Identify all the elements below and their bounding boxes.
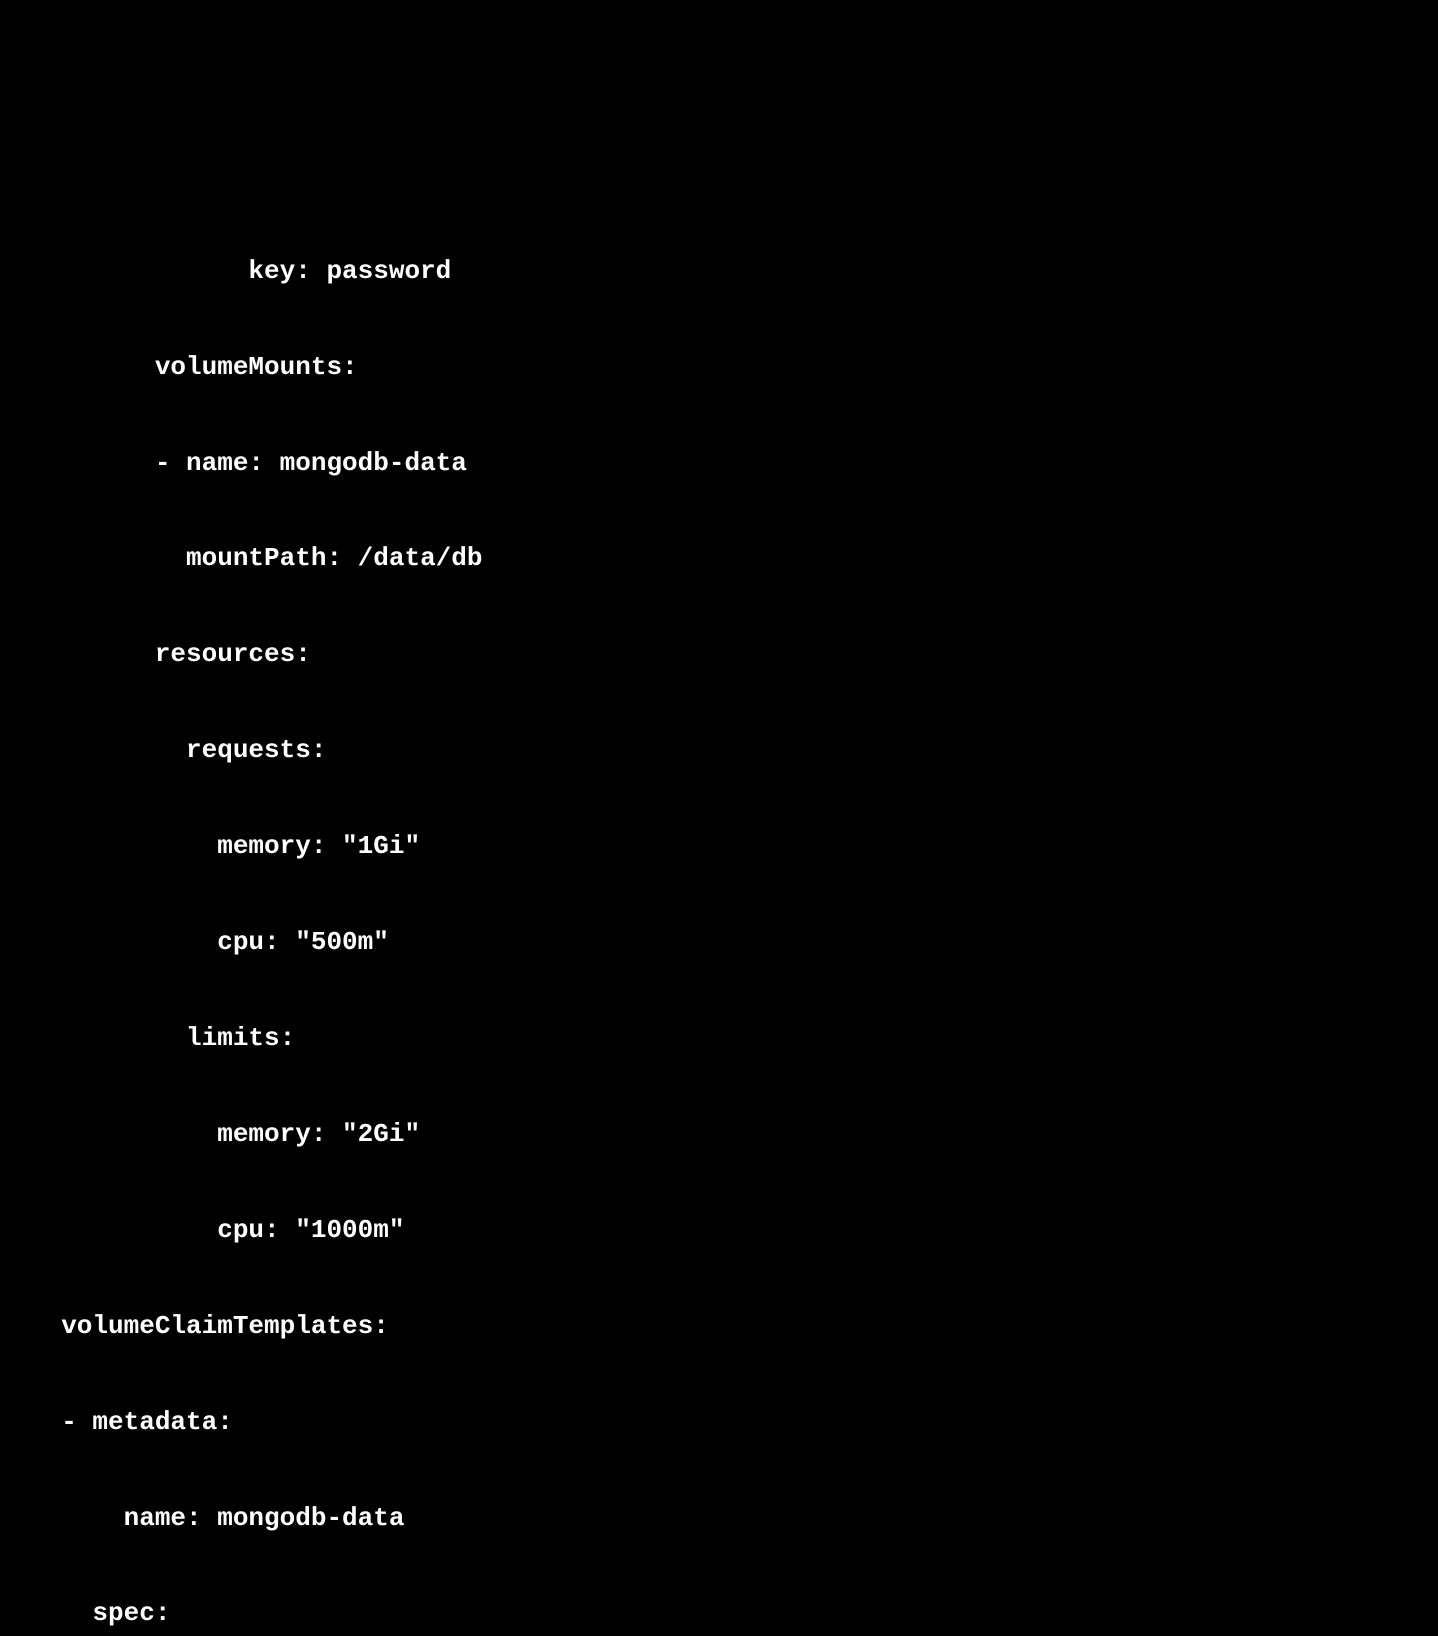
yaml-line: resources: <box>30 639 1408 671</box>
yaml-line: memory: "2Gi" <box>30 1119 1408 1151</box>
yaml-line: spec: <box>30 1598 1408 1630</box>
yaml-line: cpu: "500m" <box>30 927 1408 959</box>
yaml-line: memory: "1Gi" <box>30 831 1408 863</box>
yaml-line: volumeMounts: <box>30 352 1408 384</box>
yaml-line: volumeClaimTemplates: <box>30 1311 1408 1343</box>
yaml-output-block: key: password volumeMounts: - name: mong… <box>30 192 1408 1636</box>
yaml-line: mountPath: /data/db <box>30 543 1408 575</box>
terminal-window[interactable]: key: password volumeMounts: - name: mong… <box>0 128 1438 1636</box>
yaml-line: key: password <box>30 256 1408 288</box>
yaml-line: cpu: "1000m" <box>30 1215 1408 1247</box>
yaml-line: - metadata: <box>30 1407 1408 1439</box>
yaml-line: requests: <box>30 735 1408 767</box>
yaml-line: limits: <box>30 1023 1408 1055</box>
yaml-line: name: mongodb-data <box>30 1503 1408 1535</box>
yaml-line: - name: mongodb-data <box>30 448 1408 480</box>
